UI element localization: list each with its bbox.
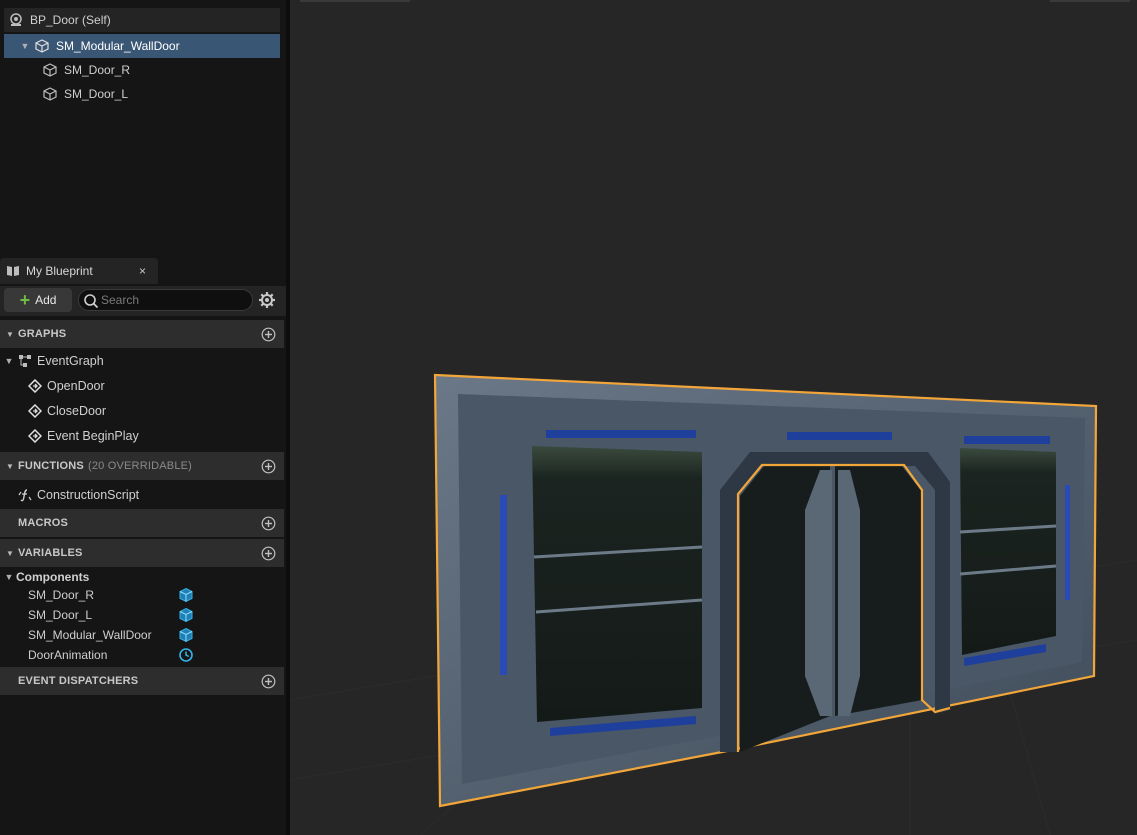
viewport-toolbar-hint xyxy=(300,0,1130,2)
search-placeholder: Search xyxy=(101,293,140,307)
section-variables-label: VARIABLES xyxy=(18,547,83,559)
window-right xyxy=(960,448,1056,655)
chevron-down-icon[interactable]: ▼ xyxy=(4,356,14,366)
function-icon xyxy=(18,488,32,502)
components-tree: BP_Door (Self) ▼ SM_Modular_WallDoor SM_… xyxy=(0,8,286,256)
chevron-down-icon: ▼ xyxy=(6,329,15,339)
add-button-label: Add xyxy=(35,293,57,307)
left-panel: BP_Door (Self) ▼ SM_Modular_WallDoor SM_… xyxy=(0,0,286,835)
add-macro-icon[interactable] xyxy=(261,516,276,531)
blueprint-toolbar: + Add Search xyxy=(0,286,286,316)
section-macros[interactable]: MACROS xyxy=(0,509,284,537)
add-button[interactable]: + Add xyxy=(4,288,72,312)
section-event-dispatchers[interactable]: EVENT DISPATCHERS xyxy=(0,667,284,695)
static-mesh-icon xyxy=(34,38,50,54)
variable-item-label: DoorAnimation xyxy=(28,648,108,662)
event-item-label: Event BeginPlay xyxy=(47,429,139,443)
graph-item-label: EventGraph xyxy=(37,354,104,368)
tab-strip: My Blueprint × xyxy=(0,256,286,284)
section-event-dispatchers-label: EVENT DISPATCHERS xyxy=(18,675,139,687)
search-icon xyxy=(83,293,99,312)
event-icon xyxy=(28,379,42,393)
close-icon[interactable]: × xyxy=(139,264,146,278)
static-mesh-icon xyxy=(42,86,58,102)
variable-item-label: SM_Door_L xyxy=(28,608,93,622)
window-left xyxy=(532,446,702,722)
function-item-constructionscript[interactable]: ConstructionScript xyxy=(18,484,139,506)
component-item-sm-modular-walldoor[interactable]: ▼ SM_Modular_WallDoor xyxy=(4,34,280,58)
add-variable-icon[interactable] xyxy=(261,546,276,561)
component-item-label: SM_Modular_WallDoor xyxy=(56,39,180,53)
viewport-3d[interactable] xyxy=(290,0,1137,835)
function-item-label: ConstructionScript xyxy=(37,488,140,502)
static-mesh-type-icon xyxy=(178,627,194,643)
event-icon xyxy=(28,404,42,418)
event-item-closedoor[interactable]: CloseDoor xyxy=(28,400,106,422)
chevron-down-icon: ▼ xyxy=(6,548,15,558)
section-functions-extra: (20 OVERRIDABLE) xyxy=(87,460,193,472)
event-icon xyxy=(28,429,42,443)
actor-icon xyxy=(8,12,24,28)
variable-item-dooranimation[interactable]: DoorAnimation xyxy=(28,645,107,665)
section-functions-label: FUNCTIONS xyxy=(18,460,84,472)
plus-icon: + xyxy=(19,290,31,310)
static-mesh-icon xyxy=(42,62,58,78)
tab-my-blueprint[interactable]: My Blueprint × xyxy=(0,258,158,284)
variable-item-sm-door-r[interactable]: SM_Door_R xyxy=(28,585,94,605)
graph-item-eventgraph[interactable]: ▼ EventGraph xyxy=(4,350,104,372)
add-function-icon[interactable] xyxy=(261,459,276,474)
component-item-label: SM_Door_R xyxy=(64,63,131,77)
component-root-row[interactable]: BP_Door (Self) xyxy=(4,8,280,32)
section-graphs[interactable]: ▼ GRAPHS xyxy=(0,320,284,348)
book-icon xyxy=(6,264,20,278)
variable-category-label: Components xyxy=(16,570,90,584)
search-input[interactable]: Search xyxy=(78,289,253,311)
chevron-down-icon: ▼ xyxy=(6,461,15,471)
graph-icon xyxy=(18,354,32,368)
add-event-dispatcher-icon[interactable] xyxy=(261,674,276,689)
event-item-label: OpenDoor xyxy=(47,379,105,393)
section-functions[interactable]: ▼ FUNCTIONS (20 OVERRIDABLE) xyxy=(0,452,284,480)
section-macros-label: MACROS xyxy=(18,517,69,529)
event-item-beginplay[interactable]: Event BeginPlay xyxy=(28,425,139,447)
static-mesh-type-icon xyxy=(178,587,194,603)
add-graph-icon[interactable] xyxy=(261,327,276,342)
component-item-sm-door-l[interactable]: SM_Door_L xyxy=(42,82,128,106)
component-root-label: BP_Door (Self) xyxy=(30,13,111,27)
variable-item-label: SM_Door_R xyxy=(28,588,95,602)
my-blueprint-panel: My Blueprint × + Add Search ▼ GRAPHS ▼ E… xyxy=(0,256,286,835)
chevron-down-icon[interactable]: ▼ xyxy=(20,41,30,51)
component-item-sm-door-r[interactable]: SM_Door_R xyxy=(42,58,130,82)
tab-label: My Blueprint xyxy=(26,264,93,278)
event-item-opendoor[interactable]: OpenDoor xyxy=(28,375,105,397)
variable-item-sm-modular-walldoor[interactable]: SM_Modular_WallDoor xyxy=(28,625,152,645)
variable-item-sm-door-l[interactable]: SM_Door_L xyxy=(28,605,92,625)
gear-icon[interactable] xyxy=(258,291,276,309)
event-item-label: CloseDoor xyxy=(47,404,107,418)
component-item-label: SM_Door_L xyxy=(64,87,129,101)
wall-door-mesh[interactable] xyxy=(433,373,1098,808)
timeline-type-icon xyxy=(178,647,194,663)
viewport-scene[interactable] xyxy=(290,0,1137,835)
static-mesh-type-icon xyxy=(178,607,194,623)
chevron-down-icon[interactable]: ▼ xyxy=(4,572,14,582)
section-graphs-label: GRAPHS xyxy=(18,328,67,340)
section-variables[interactable]: ▼ VARIABLES xyxy=(0,539,284,567)
variable-item-label: SM_Modular_WallDoor xyxy=(28,628,152,642)
